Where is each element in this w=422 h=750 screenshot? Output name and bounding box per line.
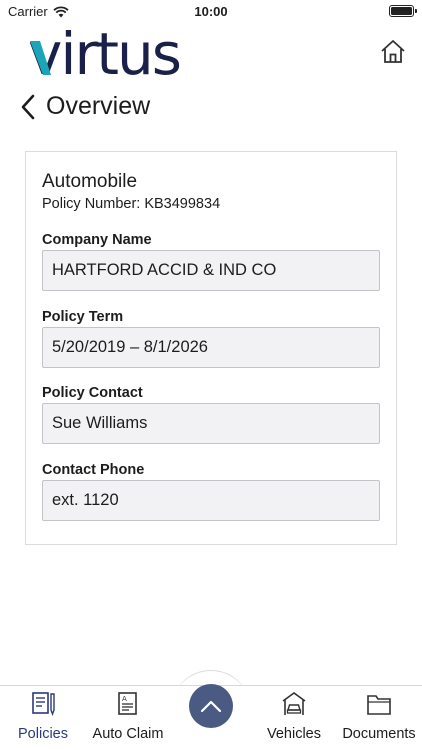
logo-accent-icon	[30, 41, 51, 75]
company-name-value: HARTFORD ACCID & IND CO	[52, 261, 277, 279]
back-navigation[interactable]: Overview	[20, 92, 150, 121]
company-name-label: Company Name	[42, 232, 152, 248]
page-title: Overview	[46, 92, 151, 120]
contact-phone-label: Contact Phone	[42, 462, 145, 478]
vehicles-garage-car-icon	[282, 692, 306, 715]
tab-auto-claim-label: Auto Claim	[92, 726, 164, 742]
company-name-field: HARTFORD ACCID & IND CO	[42, 250, 380, 291]
contact-phone-field: ext. 1120	[42, 480, 380, 521]
contact-phone-value: ext. 1120	[52, 491, 119, 509]
chevron-up-icon	[200, 700, 222, 713]
policy-term-label: Policy Term	[42, 309, 124, 325]
policy-contact-field: Sue Williams	[42, 403, 380, 444]
chevron-left-icon[interactable]	[20, 94, 36, 120]
battery-icon	[389, 5, 417, 17]
policies-document-icon	[32, 692, 55, 716]
svg-text:A: A	[122, 695, 127, 703]
tab-vehicles[interactable]: Vehicles	[252, 690, 336, 742]
policy-type: Automobile	[42, 171, 138, 192]
clock: 10:00	[194, 4, 228, 19]
home-button[interactable]	[380, 38, 406, 64]
policy-contact-label: Policy Contact	[42, 385, 143, 401]
home-icon	[381, 40, 405, 63]
tab-documents[interactable]: Documents	[337, 690, 421, 742]
tab-policies-label: Policies	[18, 726, 68, 742]
documents-folder-icon	[367, 695, 391, 715]
policy-contact-value: Sue Williams	[52, 414, 148, 432]
expand-menu-button[interactable]	[189, 684, 233, 728]
policy-term-value: 5/20/2019 – 8/1/2026	[52, 338, 208, 356]
policy-number: Policy Number: KB3499834	[42, 196, 221, 212]
policy-card: Automobile Policy Number: KB3499834 Comp…	[25, 151, 397, 545]
policy-term-field: 5/20/2019 – 8/1/2026	[42, 327, 380, 368]
status-bar: Carrier 10:00	[0, 0, 422, 22]
tab-vehicles-label: Vehicles	[266, 726, 321, 742]
tab-documents-label: Documents	[342, 726, 416, 742]
tab-auto-claim[interactable]: A Auto Claim	[86, 690, 170, 742]
tab-policies[interactable]: Policies	[1, 690, 85, 742]
auto-claim-form-icon: A	[118, 692, 137, 715]
